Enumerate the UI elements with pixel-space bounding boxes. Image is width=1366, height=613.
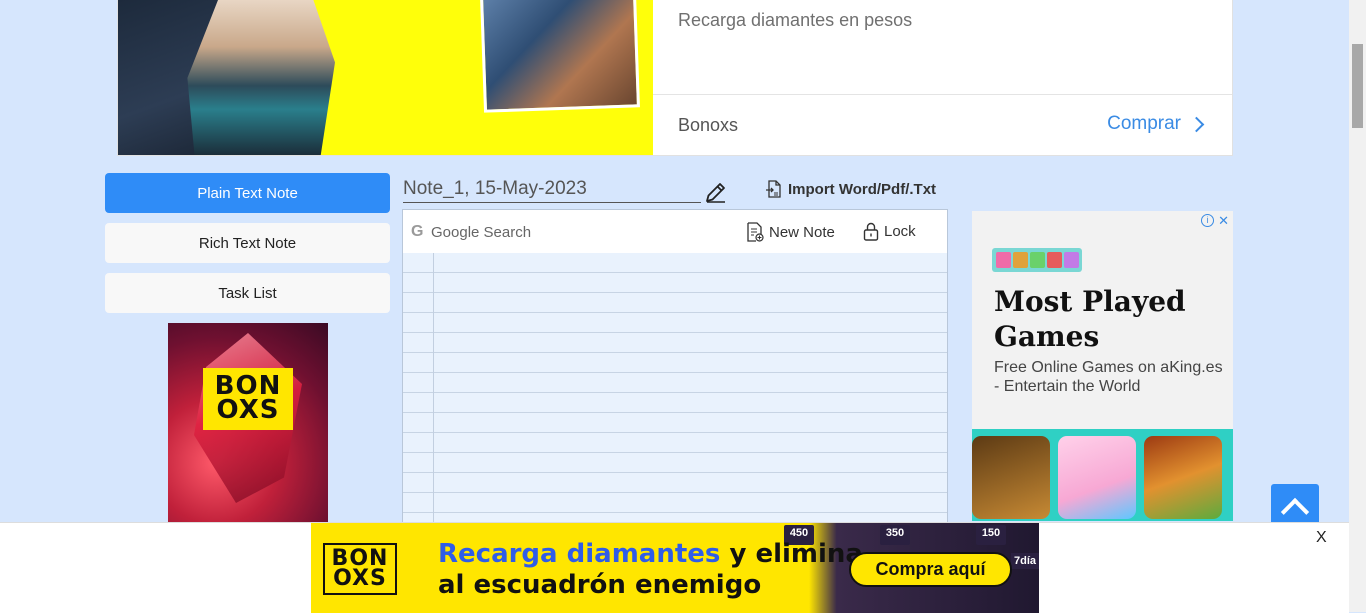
ad-description: Recarga diamantes en pesos (678, 10, 913, 30)
bonoxs-logo: BON OXS (323, 543, 397, 595)
ad-close-icon[interactable]: ✕ (1218, 213, 1229, 229)
lock-icon (863, 222, 879, 241)
new-note-icon (747, 222, 764, 242)
game-icons-row (972, 429, 1233, 521)
bottom-ad-headline: Recarga diamantes y elimina al escuadrón… (438, 539, 863, 601)
bottom-ad-banner[interactable]: 450 350 150 7día BON OXS Recarga diamant… (311, 523, 1039, 613)
ad-photo (480, 0, 640, 113)
note-toolbar: G Google Search New Note Lock (403, 210, 947, 254)
google-search-placeholder: Google Search (431, 223, 532, 241)
bonoxs-logo: BON OXS (203, 368, 293, 430)
gem-count-3: 150 (975, 525, 1007, 545)
task-list-button[interactable]: Task List (105, 273, 390, 313)
ad-subtext: Free Online Games on aKing.es - Entertai… (994, 359, 1223, 395)
ad-divider (653, 94, 1232, 95)
scrollbar-thumb[interactable] (1352, 44, 1363, 128)
ad-brand[interactable]: Bonoxs (678, 115, 738, 136)
sidebar-ad[interactable]: BON OXS (168, 323, 328, 522)
ad-tag: 7día (1010, 553, 1039, 569)
pencil-edit-icon[interactable] (704, 180, 728, 204)
new-note-button[interactable]: New Note (747, 222, 835, 242)
headline-rest: y elimina (720, 539, 863, 569)
rich-text-note-button[interactable]: Rich Text Note (105, 223, 390, 263)
new-note-label: New Note (769, 223, 835, 241)
close-ad-button[interactable]: X (1316, 529, 1327, 547)
chevron-right-icon (1188, 116, 1205, 132)
bottom-sticky-ad: 450 350 150 7día BON OXS Recarga diamant… (0, 522, 1349, 613)
import-file-button[interactable]: Import Word/Pdf/.Txt (765, 180, 936, 198)
plain-text-note-button[interactable]: Plain Text Note (105, 173, 390, 213)
headline-highlight: Recarga diamantes (438, 539, 721, 569)
ad-buy-label: Comprar (1107, 113, 1181, 134)
lock-button[interactable]: Lock (863, 222, 916, 241)
logo-line-2: OXS (333, 566, 387, 591)
google-search-input[interactable]: G Google Search (411, 223, 531, 241)
buy-here-button[interactable]: Compra aquí (849, 552, 1012, 587)
gem-count-2: 350 (879, 525, 911, 545)
game-thumbnails-strip (992, 248, 1082, 272)
adchoices[interactable]: i ✕ (1201, 213, 1229, 229)
game-icon-zombie[interactable] (1144, 436, 1222, 519)
right-ad[interactable]: i ✕ Most Played Games Free Online Games … (972, 211, 1233, 521)
headline-line-2: al escuadrón enemigo (438, 570, 762, 600)
top-ad-banner[interactable]: Recarga diamantes en pesos Bonoxs Compra… (117, 0, 1233, 156)
note-title-input[interactable]: Note_1, 15-May-2023 (403, 178, 701, 203)
import-label: Import Word/Pdf/.Txt (788, 180, 937, 198)
note-panel: G Google Search New Note Lock (402, 209, 948, 529)
logo-line-2: OXS (216, 395, 280, 425)
google-icon: G (411, 223, 424, 240)
ad-headline-line-2: Games (994, 320, 1100, 353)
page-scrollbar[interactable] (1349, 0, 1366, 612)
ad-headline-line-1: Most Played (994, 285, 1186, 318)
ad-headline: Most Played Games (994, 284, 1186, 354)
ad-buy-button[interactable]: Comprar (1107, 113, 1205, 135)
import-doc-icon (766, 180, 781, 198)
game-icon-dressup[interactable] (1058, 436, 1136, 519)
note-textarea[interactable] (403, 253, 947, 528)
ad-image[interactable] (118, 0, 653, 155)
ad-info-icon[interactable]: i (1201, 214, 1215, 227)
game-icon-fireboy[interactable] (972, 436, 1050, 519)
lock-label: Lock (884, 223, 916, 240)
